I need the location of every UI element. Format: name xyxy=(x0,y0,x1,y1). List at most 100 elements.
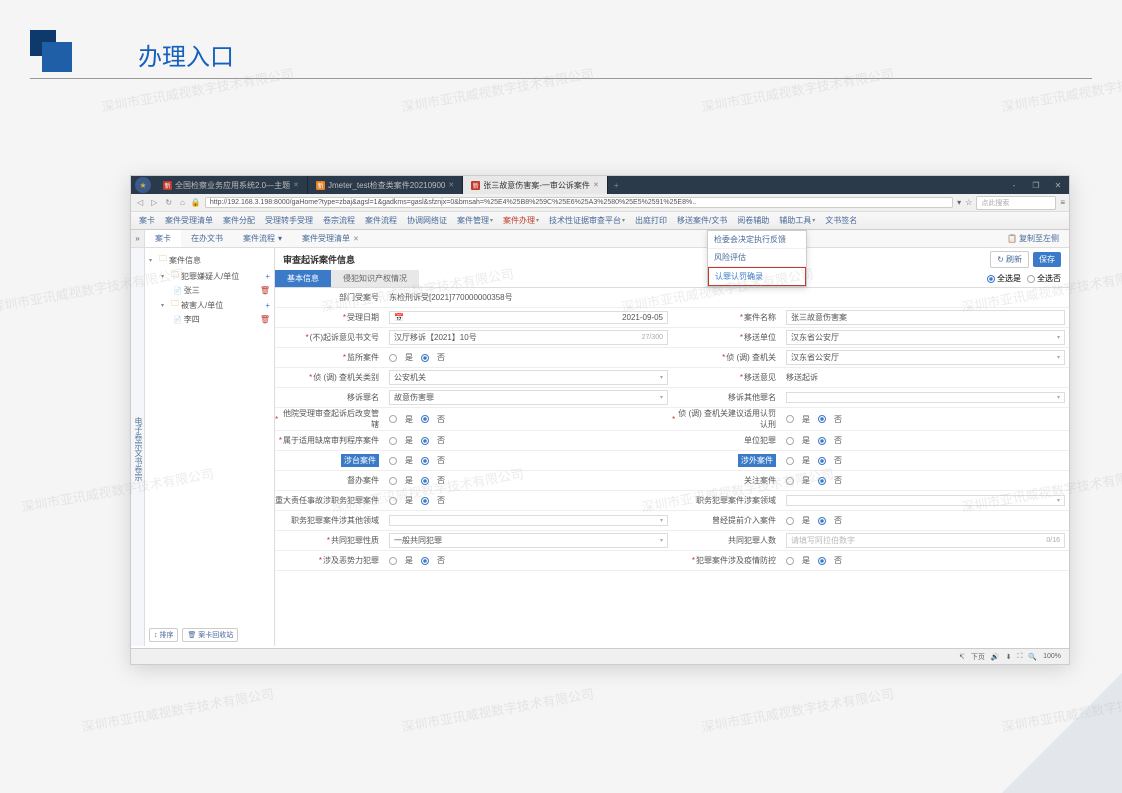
star-icon[interactable]: ☆ xyxy=(965,198,972,207)
radio-group[interactable]: 是否 xyxy=(385,551,672,570)
date-input[interactable]: 📅 2021-09-05 xyxy=(385,308,672,327)
radio-icon[interactable] xyxy=(786,457,794,465)
radio-group[interactable]: 是否 xyxy=(782,408,1069,430)
refresh-button[interactable]: ↻刷新 xyxy=(990,251,1029,268)
select-input[interactable]: 公安机关▾ xyxy=(385,368,672,387)
text-input[interactable]: 汉厅移诉【2021】10号27/300 xyxy=(385,328,672,347)
menu-item[interactable]: 辅助工具▾ xyxy=(779,215,815,226)
sub-tab[interactable]: 在办文书 xyxy=(181,230,233,247)
select-input[interactable]: 一般共同犯罪▾ xyxy=(385,531,672,550)
back-icon[interactable]: ◁ xyxy=(135,198,145,207)
radio-group[interactable]: 是否 xyxy=(782,511,1069,530)
text-input[interactable]: 请填写阿拉伯数字0/16 xyxy=(782,531,1069,550)
forward-icon[interactable]: ▷ xyxy=(149,198,159,207)
radio-group[interactable]: 是否 xyxy=(385,348,672,367)
expand-icon[interactable]: ⛶ xyxy=(1017,653,1022,661)
url-input[interactable]: http://192.168.3.198:8000/gaHome?type=zb… xyxy=(205,197,953,208)
close-icon[interactable]: ✕ xyxy=(593,181,599,189)
browser-tab[interactable]: 新Jmeter_test检查类案件20210900✕ xyxy=(308,176,463,194)
side-strip[interactable]: 电子卷宗文书卷宗 xyxy=(131,248,145,646)
add-icon[interactable]: + xyxy=(265,272,270,281)
menu-item[interactable]: 卷宗流程 xyxy=(323,215,355,226)
menu-item[interactable]: 案件管理▾ xyxy=(457,215,493,226)
menu-item[interactable]: 出庭打印 xyxy=(635,215,667,226)
delete-icon[interactable]: 🗑 xyxy=(260,286,270,295)
radio-icon[interactable] xyxy=(421,437,429,445)
radio-icon[interactable] xyxy=(421,354,429,362)
radio-group[interactable]: 是否 xyxy=(385,431,672,450)
menu-item-active[interactable]: 案件办理▾ xyxy=(503,215,539,226)
dropdown-item-highlighted[interactable]: 认罪认罚确录 xyxy=(708,267,806,286)
dropdown-item[interactable]: 检委会决定执行反馈 xyxy=(708,231,806,249)
zoom-icon[interactable]: 🔍 xyxy=(1028,653,1037,661)
browser-tab-active[interactable]: 新张三故意伤害案-一审公诉案件✕ xyxy=(463,176,608,194)
select-input[interactable]: ▾ xyxy=(782,491,1069,510)
radio-icon[interactable] xyxy=(818,477,826,485)
select-all-no[interactable]: 全选否 xyxy=(1027,273,1061,284)
radio-icon[interactable] xyxy=(421,477,429,485)
radio-icon[interactable] xyxy=(786,477,794,485)
speaker-icon[interactable]: 🔊 xyxy=(991,653,1000,661)
inner-tab-basic[interactable]: 基本信息 xyxy=(275,270,331,287)
radio-group[interactable]: 是否 xyxy=(782,451,1069,470)
select-input[interactable]: ▾ xyxy=(385,511,672,530)
nav-prev-icon[interactable]: ↸ xyxy=(959,653,965,661)
radio-group[interactable]: 是否 xyxy=(782,551,1069,570)
close-icon[interactable]: ✕ xyxy=(353,235,359,243)
close-icon[interactable]: ✕ xyxy=(448,181,454,189)
browser-tab[interactable]: 新全国检察业务应用系统2.0—主题✕ xyxy=(155,176,308,194)
menu-item[interactable]: 案件受理清单 xyxy=(165,215,213,226)
radio-icon[interactable] xyxy=(421,457,429,465)
save-button[interactable]: 保存 xyxy=(1033,252,1061,267)
download-icon[interactable]: ⬇ xyxy=(1006,653,1012,661)
new-tab-button[interactable]: + xyxy=(608,181,625,190)
radio-group[interactable]: 是否 xyxy=(385,408,672,430)
collapse-icon[interactable]: » xyxy=(131,230,145,247)
inner-tab-ip[interactable]: 侵犯知识产权情况 xyxy=(331,270,419,287)
radio-icon[interactable] xyxy=(389,457,397,465)
tree-leaf[interactable]: 📄李四🗑 xyxy=(147,313,272,326)
tree-node[interactable]: ▾🗀犯罪嫌疑人/单位+ xyxy=(147,268,272,284)
menu-item[interactable]: 技术性证据审查平台▾ xyxy=(549,215,625,226)
select-input[interactable]: 故意伤害罪▾ xyxy=(385,388,672,407)
menu-item[interactable]: 文书签名 xyxy=(825,215,857,226)
menu-item[interactable]: 案件分配 xyxy=(223,215,255,226)
dropdown-item[interactable]: 风险评估 xyxy=(708,249,806,267)
radio-icon[interactable] xyxy=(389,557,397,565)
menu-item[interactable]: 案卡 xyxy=(139,215,155,226)
dropdown-icon[interactable]: ▾ xyxy=(957,198,961,207)
close-window-icon[interactable]: ✕ xyxy=(1047,181,1069,190)
radio-icon[interactable] xyxy=(818,517,826,525)
radio-group[interactable]: 是否 xyxy=(385,491,672,510)
maximize-icon[interactable]: ❐ xyxy=(1025,181,1047,190)
recycle-button[interactable]: 🗑 案卡回收站 xyxy=(182,628,238,642)
minimize-icon[interactable]: - xyxy=(1003,181,1025,190)
select-input[interactable]: 汉东省公安厅▾ xyxy=(782,328,1069,347)
sub-tab[interactable]: 案件受理清单 ✕ xyxy=(292,230,369,247)
menu-item[interactable]: 协调网络证 xyxy=(407,215,447,226)
sort-button[interactable]: ↕ 排序 xyxy=(149,628,178,642)
radio-icon[interactable] xyxy=(421,415,429,423)
sub-tab-active[interactable]: 案卡 xyxy=(145,230,181,247)
radio-icon[interactable] xyxy=(421,557,429,565)
radio-icon[interactable] xyxy=(389,497,397,505)
radio-icon[interactable] xyxy=(786,557,794,565)
search-input[interactable]: 点此搜索 xyxy=(976,196,1056,210)
nav-next-label[interactable]: 下页 xyxy=(971,652,985,662)
radio-group[interactable]: 是否 xyxy=(385,451,672,470)
close-icon[interactable]: ✕ xyxy=(293,181,299,189)
select-all-yes[interactable]: 全选是 xyxy=(987,273,1021,284)
radio-icon[interactable] xyxy=(818,457,826,465)
radio-icon[interactable] xyxy=(818,415,826,423)
radio-icon[interactable] xyxy=(818,437,826,445)
radio-icon[interactable] xyxy=(786,415,794,423)
menu-item[interactable]: 阅卷辅助 xyxy=(737,215,769,226)
menu-icon[interactable]: ≡ xyxy=(1060,198,1065,207)
add-icon[interactable]: + xyxy=(265,301,270,310)
tree-node[interactable]: ▾🗀被害人/单位+ xyxy=(147,297,272,313)
sub-tab[interactable]: 案件流程▾ xyxy=(233,230,292,247)
radio-icon[interactable] xyxy=(786,437,794,445)
radio-icon[interactable] xyxy=(389,354,397,362)
menu-item[interactable]: 移送案件/文书 xyxy=(677,215,727,226)
radio-icon[interactable] xyxy=(786,517,794,525)
